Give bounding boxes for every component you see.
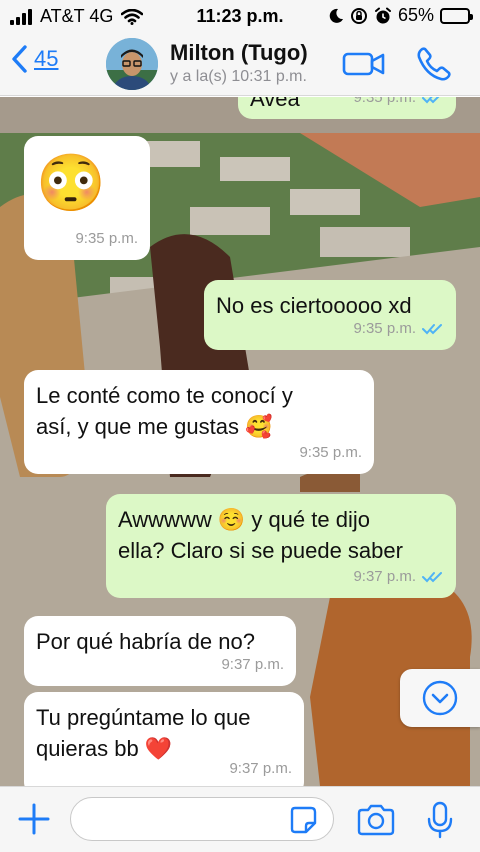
- plus-icon[interactable]: [16, 801, 52, 837]
- back-button[interactable]: 45: [10, 44, 58, 74]
- chat-header: 45 Milton (Tugo) y a la(s) 10:31 p.m.: [0, 32, 480, 96]
- rotation-lock-icon: [350, 7, 367, 24]
- chat-area[interactable]: Avea 9:35 p.m. 😳 9:35 p.m. No es ciertoo…: [0, 97, 480, 786]
- chevron-down-circle-icon: [422, 680, 458, 716]
- message-bubble-incoming[interactable]: Por qué habría de no? 9:37 p.m.: [24, 616, 296, 686]
- message-time: 9:37 p.m.: [353, 561, 444, 592]
- status-right: 65%: [328, 5, 473, 26]
- message-bubble-outgoing[interactable]: Avea 9:35 p.m.: [238, 97, 456, 119]
- unread-count: 45: [34, 46, 59, 71]
- message-bubble-outgoing[interactable]: No es ciertooooo xd 9:35 p.m.: [204, 280, 456, 350]
- battery-charging-icon: [440, 7, 473, 24]
- message-bubble-incoming[interactable]: Le conté como te conocí y así, y que me …: [24, 370, 374, 474]
- status-bar: AT&T 4G 11:23 p.m. 65%: [0, 0, 480, 32]
- camera-icon[interactable]: [356, 804, 396, 836]
- message-text-line: Awwwww ☺️ y qué te dijo: [118, 507, 370, 532]
- moon-icon: [329, 8, 343, 23]
- phone-call-icon[interactable]: [414, 44, 454, 84]
- scroll-to-bottom-button[interactable]: [400, 669, 480, 727]
- read-ticks-icon: [422, 571, 442, 582]
- contact-name[interactable]: Milton (Tugo): [170, 40, 308, 66]
- read-ticks-icon: [422, 323, 442, 334]
- message-time: 9:37 p.m.: [229, 760, 292, 777]
- message-text-line: Tu pregúntame lo que: [36, 705, 251, 730]
- microphone-icon[interactable]: [426, 801, 454, 839]
- alarm-icon: [374, 7, 391, 23]
- message-bubble-incoming[interactable]: 😳 9:35 p.m.: [24, 136, 150, 260]
- video-call-icon[interactable]: [342, 48, 386, 80]
- message-bubble-outgoing[interactable]: Awwwww ☺️ y qué te dijo ella? Claro si s…: [106, 494, 456, 598]
- message-time: 9:35 p.m.: [75, 230, 138, 247]
- contact-avatar[interactable]: [106, 38, 158, 90]
- message-bubble-incoming[interactable]: Tu pregúntame lo que quieras bb ❤️ 9:37 …: [24, 692, 304, 786]
- battery-percent: 65%: [397, 5, 434, 25]
- message-time: 9:35 p.m.: [353, 97, 444, 113]
- back-chevron-icon: [12, 45, 27, 73]
- sticker-icon[interactable]: [288, 805, 318, 835]
- composer-bar: [0, 786, 480, 852]
- message-text-line: Le conté como te conocí y: [36, 383, 293, 408]
- message-emoji: 😳: [36, 151, 106, 214]
- message-time: 9:37 p.m.: [221, 656, 284, 673]
- message-time: 9:35 p.m.: [353, 313, 444, 344]
- message-time: 9:35 p.m.: [299, 444, 362, 461]
- read-ticks-icon: [422, 97, 439, 103]
- last-seen-status: y a la(s) 10:31 p.m.: [170, 68, 307, 85]
- message-text: Avea: [250, 97, 300, 111]
